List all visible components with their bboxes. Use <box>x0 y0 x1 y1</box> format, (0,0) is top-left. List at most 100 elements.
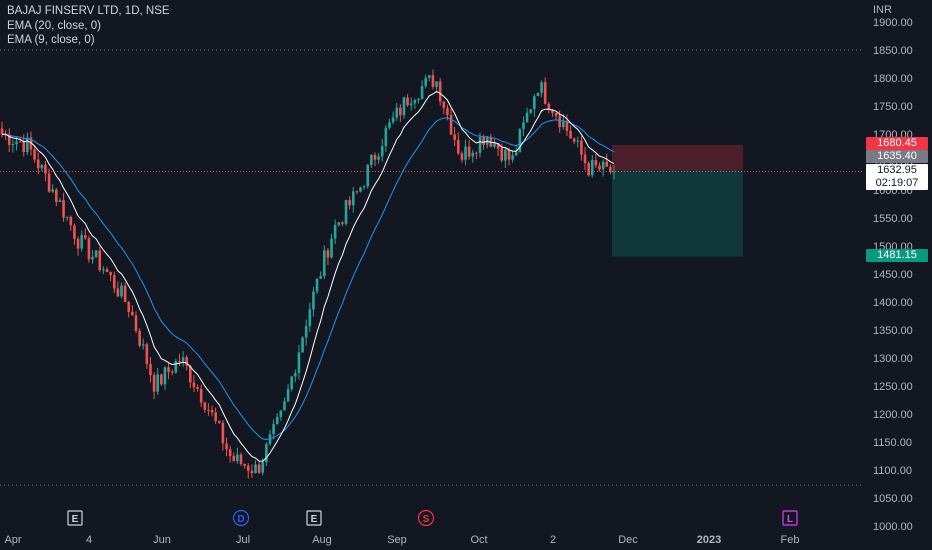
candle-body <box>80 235 83 249</box>
candle-body <box>504 149 507 161</box>
x-tick-label: Jun <box>153 534 171 546</box>
candle-body <box>322 250 326 277</box>
take-profit-zone[interactable] <box>612 170 743 257</box>
candle-body <box>94 250 98 257</box>
currency-label: INR <box>873 4 892 16</box>
candle-body <box>62 200 65 218</box>
chart-legend: BAJAJ FINSERV LTD, 1D, NSE EMA (20, clos… <box>7 4 170 48</box>
x-tick-label: Sep <box>387 534 407 546</box>
y-tick-label: 1850.00 <box>873 45 913 57</box>
candle-body <box>51 189 54 192</box>
candle-body <box>69 216 73 226</box>
candle-body <box>471 152 475 157</box>
candle-body <box>210 409 214 413</box>
last-price-tag: 1632.95 02:19:07 <box>866 164 928 190</box>
y-tick-label: 1000.00 <box>873 521 913 533</box>
candle-body <box>83 235 87 239</box>
dividend-event-label: D <box>237 514 244 525</box>
candle-body <box>435 81 438 87</box>
y-tick-label: 1350.00 <box>873 325 913 337</box>
x-tick-label: 2 <box>550 534 556 546</box>
candle-body <box>417 98 420 101</box>
candle-body <box>583 154 587 164</box>
candle-body <box>149 363 152 376</box>
candle-body <box>167 367 170 372</box>
stop-loss-price-tag: 1680.45 <box>866 137 928 150</box>
candle-body <box>319 276 322 279</box>
candle-body <box>65 216 69 218</box>
candle-body <box>207 409 210 411</box>
candle-body <box>380 145 384 157</box>
candle-body <box>529 109 533 113</box>
candle-body <box>236 454 239 462</box>
candle-body <box>254 464 257 474</box>
candle-body <box>395 107 399 118</box>
ema20-legend[interactable]: EMA (20, close, 0) <box>7 19 170 34</box>
candle-body <box>518 129 522 153</box>
candle-body <box>156 374 160 392</box>
candle-body <box>120 285 123 297</box>
candle-body <box>225 443 228 450</box>
candle-body <box>174 361 178 373</box>
candle-body <box>475 152 478 154</box>
candle-body <box>308 309 312 327</box>
x-tick-label: Jul <box>236 534 250 546</box>
candle-body <box>449 114 453 135</box>
candle-body <box>163 367 167 385</box>
candle-body <box>109 272 112 276</box>
candle-body <box>181 357 185 362</box>
candle-body <box>507 149 511 160</box>
candle-body <box>601 161 605 170</box>
x-tick-label: Feb <box>781 534 800 546</box>
y-tick-label: 1050.00 <box>873 493 913 505</box>
candle-body <box>203 402 207 410</box>
candle-body <box>370 154 373 165</box>
x-tick-label: Oct <box>470 534 487 546</box>
candle-body <box>384 127 388 146</box>
candle-body <box>428 75 431 78</box>
symbol-title[interactable]: BAJAJ FINSERV LTD, 1D, NSE <box>7 4 170 19</box>
y-tick-label: 1750.00 <box>873 101 913 113</box>
candle-body <box>123 285 127 302</box>
candle-body <box>239 454 243 464</box>
y-tick-label: 1100.00 <box>873 465 912 477</box>
split-event-label: S <box>423 514 430 525</box>
candle-body <box>58 200 62 202</box>
x-tick-label: Aug <box>312 534 332 546</box>
candle-body <box>91 256 94 260</box>
candle-body <box>409 103 413 106</box>
candle-body <box>243 463 246 466</box>
candle-body <box>0 128 4 135</box>
candle-body <box>460 153 464 160</box>
candle-body <box>402 97 406 116</box>
candle-body <box>261 462 265 473</box>
candle-body <box>112 275 116 289</box>
candle-body <box>250 470 254 474</box>
stop-loss-zone[interactable] <box>612 144 743 171</box>
candle-body <box>76 238 80 249</box>
y-tick-label: 1450.00 <box>873 269 913 281</box>
candle-body <box>590 160 594 176</box>
candle-body <box>464 146 467 160</box>
candle-body <box>605 161 609 167</box>
bar-countdown: 02:19:07 <box>875 177 919 189</box>
candle-body <box>257 464 261 473</box>
candle-body <box>388 122 391 128</box>
candle-body <box>543 82 547 104</box>
candle-body <box>580 140 583 155</box>
candle-body <box>214 412 217 422</box>
candle-body <box>569 130 572 139</box>
candle-body <box>55 189 58 202</box>
candle-body <box>105 269 109 273</box>
candle-body <box>467 146 471 157</box>
ema9-legend[interactable]: EMA (9, close, 0) <box>7 33 170 48</box>
candle-body <box>478 137 482 153</box>
candle-body <box>152 375 156 392</box>
candle-body <box>272 424 275 435</box>
candle-body <box>533 96 536 110</box>
candle-body <box>15 141 18 144</box>
price-chart[interactable]: 1900.001850.001800.001750.001700.001650.… <box>0 0 932 550</box>
candle-body <box>514 152 518 156</box>
candle-body <box>377 156 380 160</box>
candle-body <box>11 143 15 145</box>
